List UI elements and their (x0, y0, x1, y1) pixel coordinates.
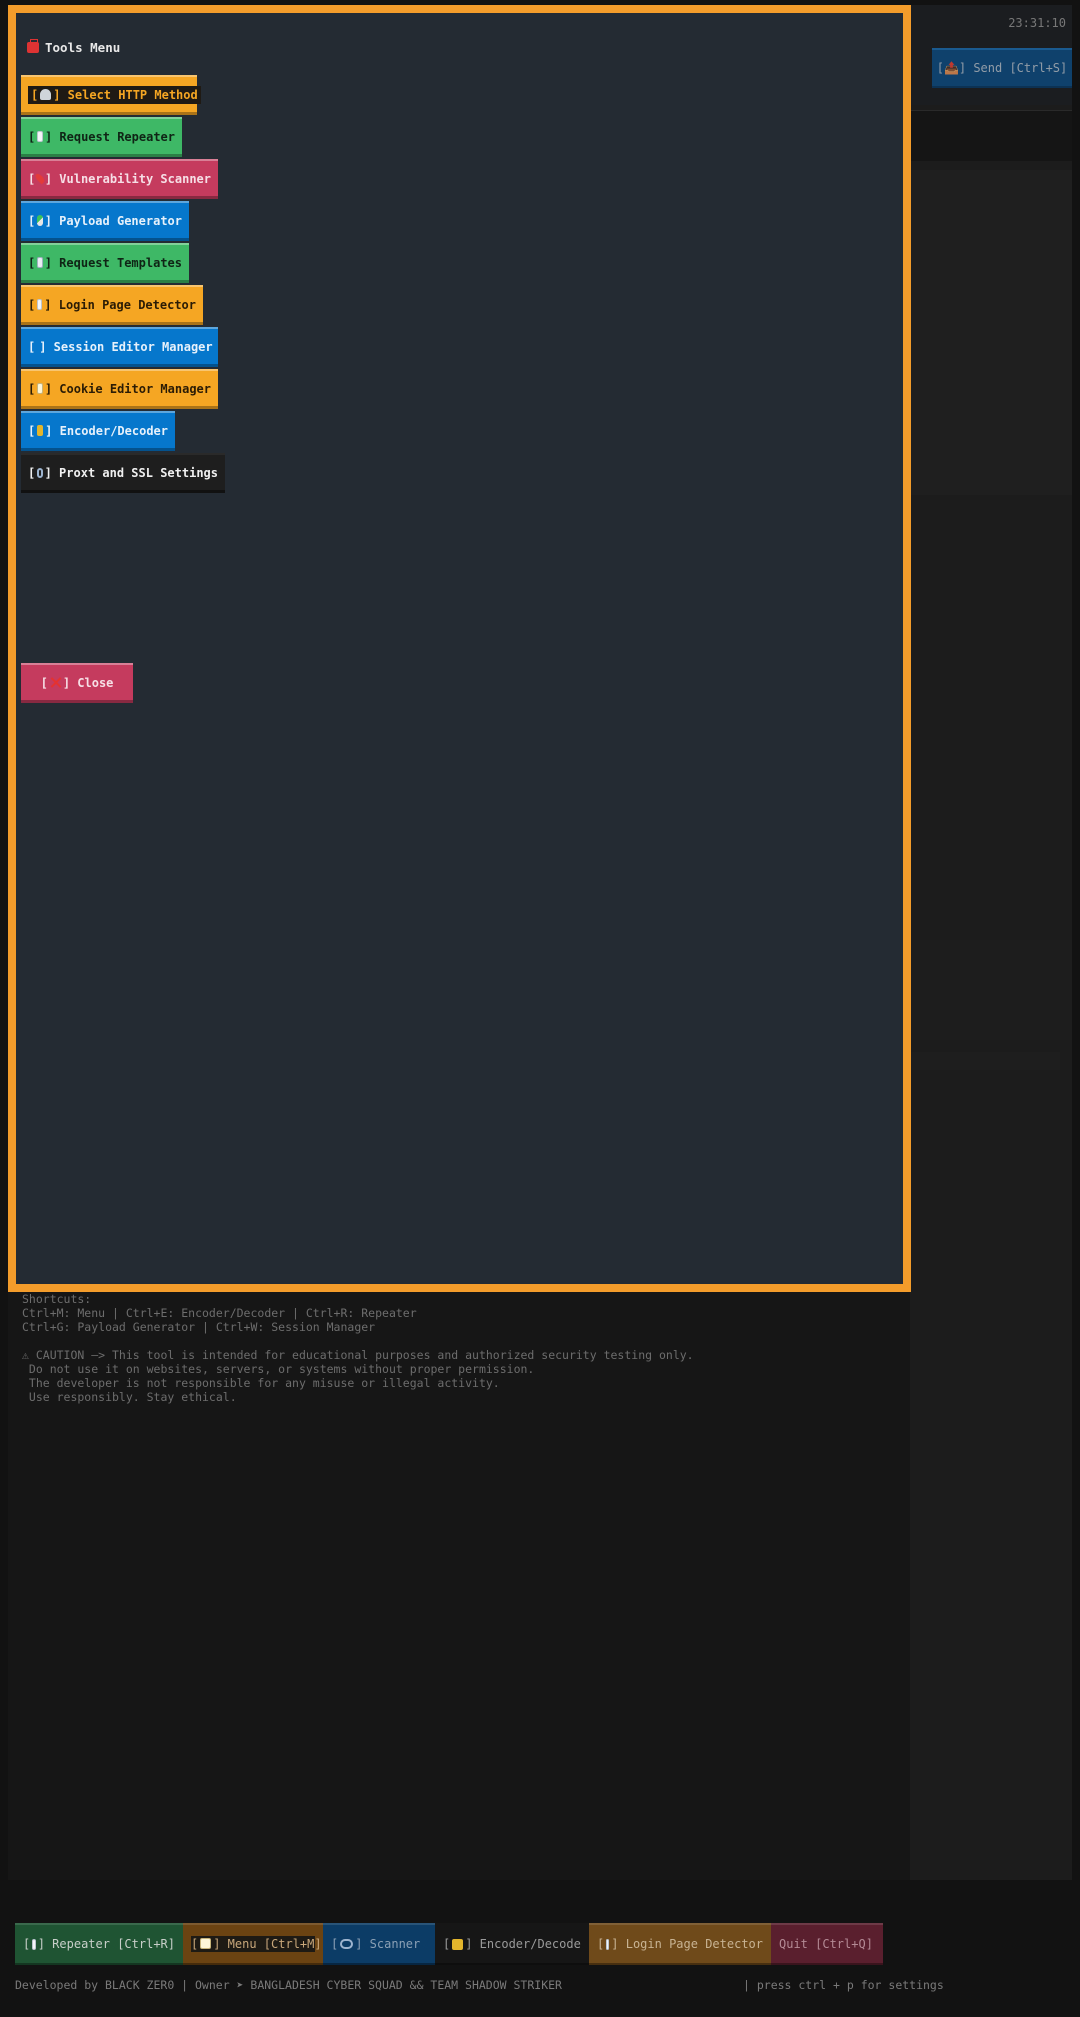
request-repeater-button[interactable]: [] Request Repeater (21, 117, 182, 157)
lock-icon (452, 1938, 464, 1950)
lock-icon (37, 425, 44, 436)
request-templates-button[interactable]: [] Request Templates (21, 243, 189, 283)
send-button[interactable]: [📤] Send [Ctrl+S] (932, 48, 1072, 88)
status-line (910, 1052, 1060, 1070)
document-icon (37, 299, 43, 310)
caution-text: The developer is not responsible for any… (22, 1376, 500, 1390)
magnifier-icon (340, 1939, 354, 1949)
toolbox-icon (27, 39, 39, 53)
tab-menu[interactable]: [] Menu [Ctrl+M] (183, 1923, 323, 1965)
shortcuts-line: Ctrl+G: Payload Generator | Ctrl+W: Sess… (22, 1320, 376, 1334)
envelope-icon (37, 257, 43, 268)
url-bar[interactable] (910, 110, 1072, 161)
clock: 23:31:10 (1008, 16, 1066, 30)
memo-icon (37, 383, 43, 394)
login-page-detector-button[interactable]: [] Login Page Detector (21, 285, 203, 325)
document-icon (32, 1938, 36, 1950)
select-http-method-button[interactable]: [] Select HTTP Method (21, 75, 201, 115)
developer-credit: Developed by BLACK ZER0 | Owner ➤ BANGLA… (15, 1978, 562, 1992)
footer: Developed by BLACK ZER0 | Owner ➤ BANGLA… (15, 1978, 1065, 1996)
tab-scanner[interactable]: [] Scanner (323, 1923, 435, 1965)
tab-repeater[interactable]: [] Repeater [Ctrl+R] (15, 1923, 183, 1965)
shortcuts-title: Shortcuts: (22, 1292, 92, 1306)
info-panel: Shortcuts: Ctrl+M: Menu | Ctrl+E: Encoder… (22, 1292, 694, 1404)
payload-generator-button[interactable]: [] Payload Generator (21, 201, 189, 241)
satellite-antenna-icon (40, 89, 52, 100)
encoder-decoder-button[interactable]: [] Encoder/Decoder (21, 411, 175, 451)
tab-login-page-detector[interactable]: [] Login Page Detector (589, 1923, 771, 1965)
bottom-tab-bar: [] Repeater [Ctrl+R] [] Menu [Ctrl+M] []… (15, 1923, 883, 1965)
proxy-ssl-settings-button[interactable]: [] Proxt and SSL Settings (21, 453, 225, 493)
tab-quit[interactable]: Quit [Ctrl+Q] (771, 1923, 883, 1965)
modal-title: Tools Menu (27, 39, 120, 55)
caution-text: Use responsibly. Stay ethical. (22, 1390, 237, 1404)
document-icon (606, 1938, 610, 1950)
folder-icon (200, 1938, 212, 1949)
document-icon (37, 131, 43, 142)
close-button[interactable]: [] Close (21, 663, 133, 703)
cross-mark-icon (50, 677, 61, 688)
link-icon (37, 467, 43, 478)
caution-text: ⚠ CAUTION —> This tool is intended for e… (22, 1348, 694, 1362)
shortcuts-line: Ctrl+M: Menu | Ctrl+E: Encoder/Decoder |… (22, 1306, 417, 1320)
response-area (910, 940, 1072, 1040)
request-body-area[interactable] (910, 170, 1072, 495)
vulnerability-scanner-button[interactable]: [] Vulnerability Scanner (21, 159, 218, 199)
settings-hint: | press ctrl + p for settings (743, 1978, 944, 1992)
session-editor-manager-button[interactable]: [] Session Editor Manager (21, 327, 218, 367)
tab-encoder-decoder[interactable]: [] Encoder/Decode (435, 1923, 589, 1965)
pill-icon (37, 215, 43, 226)
caution-text: Do not use it on websites, servers, or s… (22, 1362, 535, 1376)
cookie-editor-manager-button[interactable]: [] Cookie Editor Manager (21, 369, 218, 409)
